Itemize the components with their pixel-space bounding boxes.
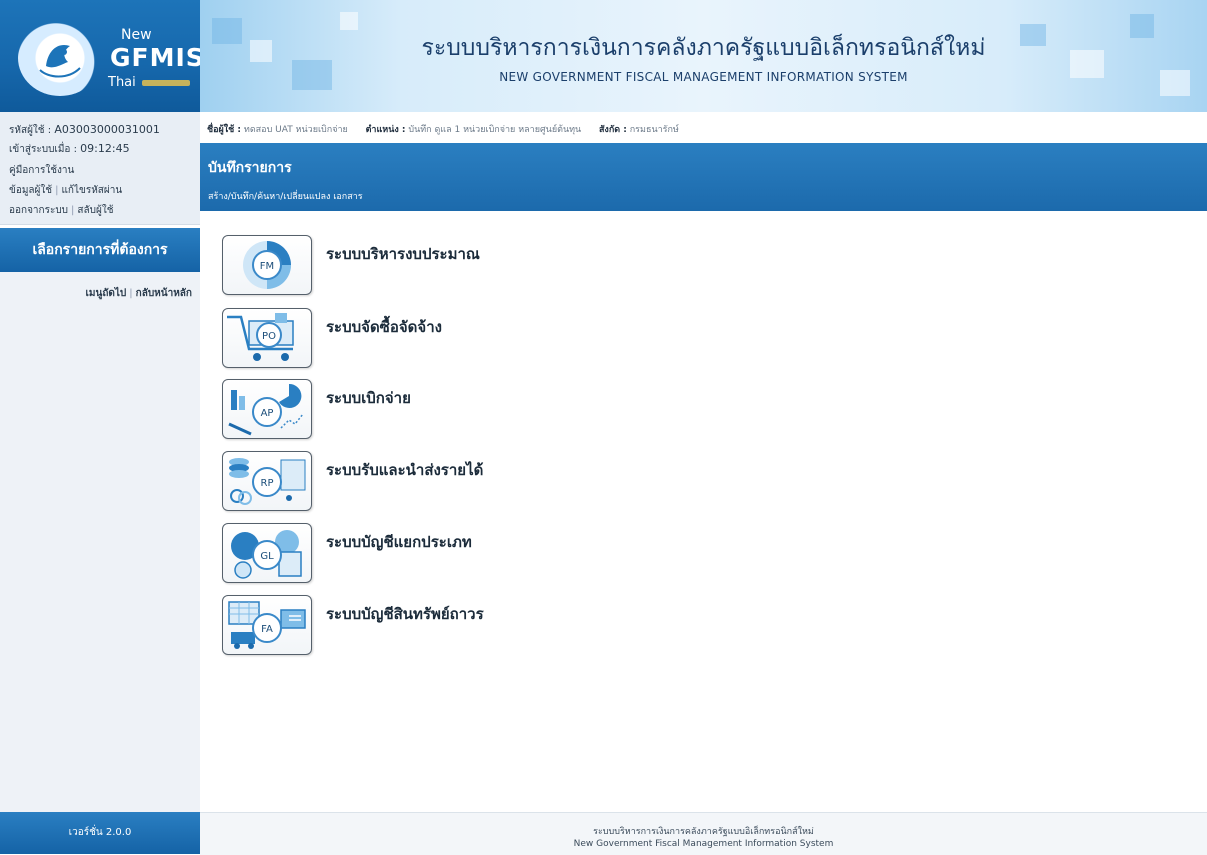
link-separator: | bbox=[71, 205, 75, 216]
logo-tagline-graphic bbox=[142, 80, 190, 86]
module-rp-label[interactable]: ระบบรับและนำส่งรายได้ bbox=[326, 458, 483, 482]
fa-code-text: FA bbox=[261, 624, 273, 635]
garuda-emblem-icon bbox=[18, 20, 102, 96]
module-rp[interactable]: RP ระบบรับและนำส่งรายได้ bbox=[222, 451, 642, 511]
page-footer: ระบบบริหารการเงินการคลังภาครัฐแบบอิเล็กท… bbox=[200, 812, 1207, 855]
home-link[interactable]: กลับหน้าหลัก bbox=[136, 288, 192, 299]
rp-code-text: RP bbox=[261, 478, 274, 489]
user-id-value: A03003000031001 bbox=[54, 123, 160, 136]
affiliation-label: สังกัด : bbox=[598, 125, 627, 135]
change-password-link[interactable]: แก้ไขรหัสผ่าน bbox=[61, 185, 122, 196]
module-fa-label[interactable]: ระบบบัญชีสินทรัพย์ถาวร bbox=[326, 602, 484, 626]
module-gl-label[interactable]: ระบบบัญชีแยกประเภท bbox=[326, 530, 472, 554]
module-po-label[interactable]: ระบบจัดซื้อจัดจ้าง bbox=[326, 315, 442, 339]
rp-coins-icon[interactable]: RP bbox=[222, 451, 312, 511]
logout-link[interactable]: ออกจากระบบ bbox=[9, 205, 68, 216]
name-value: ทดสอบ UAT หน่วยเบิกจ่าย bbox=[243, 125, 348, 135]
page-subtitle: สร้าง/บันทึก/ค้นหา/เปลี่ยนแปลง เอกสาร bbox=[208, 192, 363, 202]
module-fm[interactable]: FM ระบบบริหารงบประมาณ bbox=[222, 235, 642, 295]
banner-decoration bbox=[340, 12, 358, 30]
link-separator: | bbox=[55, 185, 59, 196]
link-separator: | bbox=[129, 288, 133, 299]
sidebar-nav-links: เมนูถัดไป | กลับหน้าหลัก bbox=[85, 286, 192, 301]
module-fa[interactable]: FA ระบบบัญชีสินทรัพย์ถาวร bbox=[222, 595, 642, 655]
login-time-value: 09:12:45 bbox=[80, 142, 130, 155]
fm-budget-icon[interactable]: FM bbox=[222, 235, 312, 295]
system-title: ระบบบริหารการเงินการคลังภาครัฐแบบอิเล็กท… bbox=[421, 35, 986, 61]
fm-code-text: FM bbox=[260, 261, 274, 272]
fa-asset-icon[interactable]: FA bbox=[222, 595, 312, 655]
user-id-label: รหัสผู้ใช้ : bbox=[9, 125, 52, 136]
login-time-label: เข้าสู่ระบบเมื่อ : bbox=[9, 144, 77, 155]
next-menu-link[interactable]: เมนูถัดไป bbox=[85, 288, 126, 299]
user-manual-link[interactable]: คู่มือการใช้งาน bbox=[9, 165, 74, 176]
module-fm-label[interactable]: ระบบบริหารงบประมาณ bbox=[326, 242, 480, 266]
page-title: บันทึกรายการ bbox=[208, 160, 292, 176]
logo-thai-text: Thai bbox=[108, 75, 136, 90]
user-info-line: ชื่อผู้ใช้ : ทดสอบ UAT หน่วยเบิกจ่าย ตำแ… bbox=[207, 122, 679, 136]
gl-code-text: GL bbox=[260, 551, 274, 562]
section-header: บันทึกรายการ สร้าง/บันทึก/ค้นหา/เปลี่ยนแ… bbox=[200, 143, 1207, 211]
footer-title-th: ระบบบริหารการเงินการคลังภาครัฐแบบอิเล็กท… bbox=[593, 827, 814, 837]
ap-chart-icon[interactable]: AP bbox=[222, 379, 312, 439]
user-info-link[interactable]: ข้อมูลผู้ใช้ bbox=[9, 185, 52, 196]
po-cart-icon[interactable]: PO bbox=[222, 308, 312, 368]
logo-new-text: New bbox=[121, 27, 152, 43]
system-subtitle: NEW GOVERNMENT FISCAL MANAGEMENT INFORMA… bbox=[499, 70, 908, 84]
position-label: ตำแหน่ง : bbox=[365, 125, 406, 135]
switch-user-link[interactable]: สลับผู้ใช้ bbox=[77, 205, 113, 216]
module-po[interactable]: PO ระบบจัดซื้อจัดจ้าง bbox=[222, 308, 642, 368]
po-code-text: PO bbox=[262, 331, 276, 342]
version-label: เวอร์ชั่น 2.0.0 bbox=[0, 812, 200, 854]
module-gl[interactable]: GL ระบบบัญชีแยกประเภท bbox=[222, 523, 642, 583]
gl-ledger-icon[interactable]: GL bbox=[222, 523, 312, 583]
user-panel: รหัสผู้ใช้ : A03003000031001 เข้าสู่ระบบ… bbox=[0, 112, 200, 225]
sidebar-background bbox=[0, 272, 200, 812]
module-ap[interactable]: AP ระบบเบิกจ่าย bbox=[222, 379, 642, 439]
ap-code-text: AP bbox=[261, 408, 274, 419]
header-banner: ระบบบริหารการเงินการคลังภาครัฐแบบอิเล็กท… bbox=[200, 0, 1207, 112]
logo-gfmis-text: GFMIS bbox=[110, 43, 200, 72]
footer-title-en: New Government Fiscal Management Informa… bbox=[573, 839, 834, 849]
position-value: บันทึก ดูแล 1 หน่วยเบิกจ่าย หลายศูนย์ต้น… bbox=[408, 125, 582, 135]
sidebar-menu-header: เลือกรายการที่ต้องการ bbox=[0, 228, 200, 272]
module-ap-label[interactable]: ระบบเบิกจ่าย bbox=[326, 386, 411, 410]
name-label: ชื่อผู้ใช้ : bbox=[207, 125, 242, 135]
gfmis-logo: New GFMIS Thai bbox=[0, 0, 200, 112]
affiliation-value: กรมธนารักษ์ bbox=[629, 125, 679, 135]
